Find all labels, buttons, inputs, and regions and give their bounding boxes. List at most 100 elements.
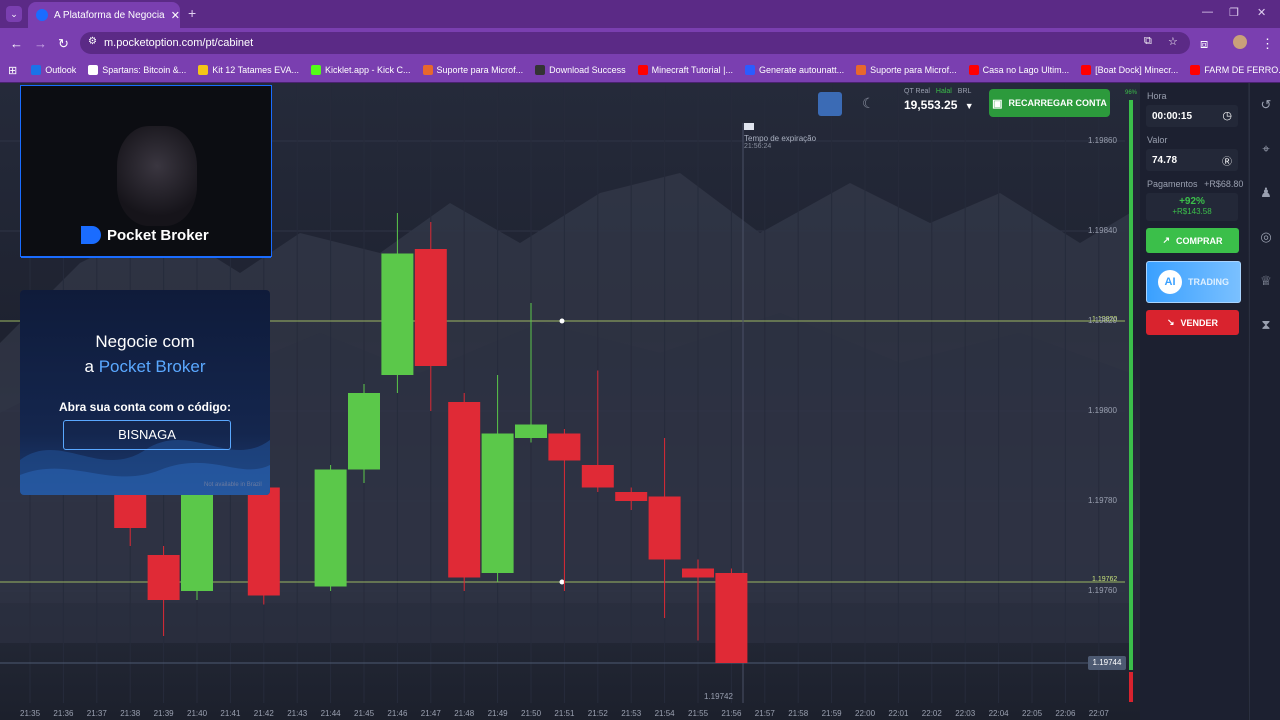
reload-icon[interactable]: ↻ xyxy=(58,36,69,52)
candle-body[interactable] xyxy=(181,492,213,591)
tab-search-icon[interactable]: ⌄ xyxy=(6,6,22,22)
time-tick-label: 21:37 xyxy=(86,709,107,718)
promo-headline-line1: Negocie com xyxy=(95,332,195,351)
time-input[interactable]: 00:00:15 ◷ xyxy=(1146,105,1238,127)
time-tick-label: 22:01 xyxy=(888,709,909,718)
social-users-icon[interactable]: ♟ xyxy=(1258,185,1274,201)
treasure-chest-icon[interactable] xyxy=(818,92,842,116)
ai-badge: AI xyxy=(1158,270,1182,294)
time-tick-label: 21:58 xyxy=(788,709,809,718)
bookmark-item[interactable]: Casa no Lago Ultim... xyxy=(968,65,1069,75)
target-icon[interactable]: ◎ xyxy=(1258,229,1274,245)
promo-note: Not available in Brazil xyxy=(204,482,262,488)
candle-body[interactable] xyxy=(615,492,648,501)
balance-value: 19,553.25 xyxy=(904,98,958,112)
time-tick-label: 22:02 xyxy=(921,709,942,718)
candle-body[interactable] xyxy=(414,249,447,366)
browser-tab[interactable]: A Plataforma de Negociação M ✕ xyxy=(28,2,180,28)
ai-trading-button[interactable]: AI TRADING xyxy=(1146,261,1241,303)
bookmark-favicon-icon xyxy=(422,65,433,75)
time-tick-label: 21:49 xyxy=(487,709,508,718)
bookmark-item[interactable]: FARM DE FERRO... xyxy=(1190,65,1280,75)
time-tick-label: 21:46 xyxy=(387,709,408,718)
account-type-row: QT Real Halal BRL xyxy=(904,88,971,95)
maximize-icon[interactable]: ❐ xyxy=(1229,6,1239,19)
bookmark-label: Kicklet.app - Kick C... xyxy=(325,65,411,75)
bookmark-favicon-icon xyxy=(856,65,867,75)
close-window-icon[interactable]: ✕ xyxy=(1257,6,1266,19)
bookmark-label: Kit 12 Tatames EVA... xyxy=(212,65,300,75)
trade-panel: Hora 00:00:15 ◷ Valor 74.78 Ⓡ Pagamentos… xyxy=(1140,83,1248,720)
bookmark-item[interactable]: Generate autounatt... xyxy=(745,65,844,75)
candle-body[interactable] xyxy=(581,465,614,488)
candle-body[interactable] xyxy=(381,253,414,376)
bookmark-label: Outlook xyxy=(45,65,77,75)
close-tab-icon[interactable]: ✕ xyxy=(171,9,180,22)
hourglass-icon[interactable]: ⧗ xyxy=(1258,317,1274,333)
site-info-icon[interactable]: ⚙ xyxy=(88,36,97,47)
history-icon[interactable]: ↺ xyxy=(1258,97,1274,113)
candle-body[interactable] xyxy=(481,433,514,574)
bookmark-item[interactable]: Kicklet.app - Kick C... xyxy=(311,65,411,75)
minimize-icon[interactable]: — xyxy=(1202,6,1213,18)
buy-button[interactable]: ↗ COMPRAR xyxy=(1146,228,1239,253)
time-tick-label: 21:51 xyxy=(554,709,575,718)
reload-account-button[interactable]: ▣ RECARREGAR CONTA xyxy=(989,89,1110,117)
expiry-marker[interactable]: Tempo de expiração 21:56:24 xyxy=(744,123,816,150)
ai-trading-label: TRADING xyxy=(1188,277,1229,287)
candle-body[interactable] xyxy=(314,469,347,587)
balance-display[interactable]: 19,553.25 ▼ xyxy=(904,98,974,112)
candle-body[interactable] xyxy=(247,487,280,596)
current-price-label: 1.19762 xyxy=(1092,576,1118,583)
amount-input[interactable]: 74.78 Ⓡ xyxy=(1146,149,1238,171)
candle-body[interactable] xyxy=(548,433,581,461)
arrow-down-icon: ↘ xyxy=(1166,317,1175,327)
moon-icon[interactable]: ☾ xyxy=(862,95,875,112)
menu-kebab-icon[interactable]: ⋮ xyxy=(1261,36,1274,52)
signal-antenna-icon[interactable]: ⌖ xyxy=(1258,141,1274,157)
bookmark-item[interactable]: Spartans: Bitcoin &... xyxy=(88,65,186,75)
candle-body[interactable] xyxy=(348,393,380,470)
time-tick-label: 21:40 xyxy=(187,709,208,718)
level-handle[interactable] xyxy=(559,579,565,585)
bookmark-item[interactable]: Suporte para Microf... xyxy=(856,65,957,75)
promo-code-box[interactable]: BISNAGA xyxy=(63,420,231,450)
payout-row: Pagamentos +R$68.80 xyxy=(1147,179,1243,189)
forward-icon[interactable]: → xyxy=(34,36,47,51)
bookmark-item[interactable]: Suporte para Microf... xyxy=(422,65,523,75)
url-field[interactable]: ⚙ m.pocketoption.com/pt/cabinet ⧉ ☆ xyxy=(80,32,1190,54)
back-icon[interactable]: ← xyxy=(10,36,23,51)
bookmark-label: Generate autounatt... xyxy=(759,65,845,75)
candle-body[interactable] xyxy=(147,555,180,600)
bookmark-item[interactable]: Outlook xyxy=(31,65,76,75)
low-price-label: 1.19742 xyxy=(704,692,733,701)
bookmark-star-icon[interactable]: ☆ xyxy=(1168,35,1178,48)
bookmark-label: Minecraft Tutorial |... xyxy=(651,65,734,75)
extensions-icon[interactable]: ⧈ xyxy=(1200,36,1208,52)
profile-avatar[interactable] xyxy=(1233,35,1247,49)
trophy-icon[interactable]: ♕ xyxy=(1258,273,1274,289)
bookmark-item[interactable]: Minecraft Tutorial |... xyxy=(637,65,734,75)
new-tab-icon[interactable]: + xyxy=(188,5,196,21)
balance-dropdown-icon[interactable]: ▼ xyxy=(965,101,974,111)
candle-body[interactable] xyxy=(448,402,481,578)
level-handle[interactable] xyxy=(559,318,565,324)
currency-icon: Ⓡ xyxy=(1222,157,1232,168)
time-tick-label: 22:03 xyxy=(955,709,976,718)
candle-body[interactable] xyxy=(648,496,681,560)
sell-button[interactable]: ↘ VENDER xyxy=(1146,310,1239,335)
expiry-label: Tempo de expiração xyxy=(744,134,817,143)
currency-label: BRL xyxy=(957,88,972,95)
cast-icon[interactable]: ⧉ xyxy=(1144,35,1152,48)
candle-body[interactable] xyxy=(682,568,714,578)
bookmark-item[interactable]: Download Success xyxy=(535,65,626,75)
apps-grid-icon[interactable]: ⊞ xyxy=(8,64,17,77)
candle-body[interactable] xyxy=(515,424,547,439)
candle-body[interactable] xyxy=(715,573,748,663)
bookmark-item[interactable]: Kit 12 Tatames EVA... xyxy=(198,65,299,75)
bookmark-favicon-icon xyxy=(745,65,756,75)
bookmark-favicon-icon xyxy=(311,65,322,75)
bookmark-label: Spartans: Bitcoin &... xyxy=(102,65,187,75)
bookmark-item[interactable]: [Boat Dock] Minecr... xyxy=(1081,65,1178,75)
overlay-divider xyxy=(21,256,271,258)
